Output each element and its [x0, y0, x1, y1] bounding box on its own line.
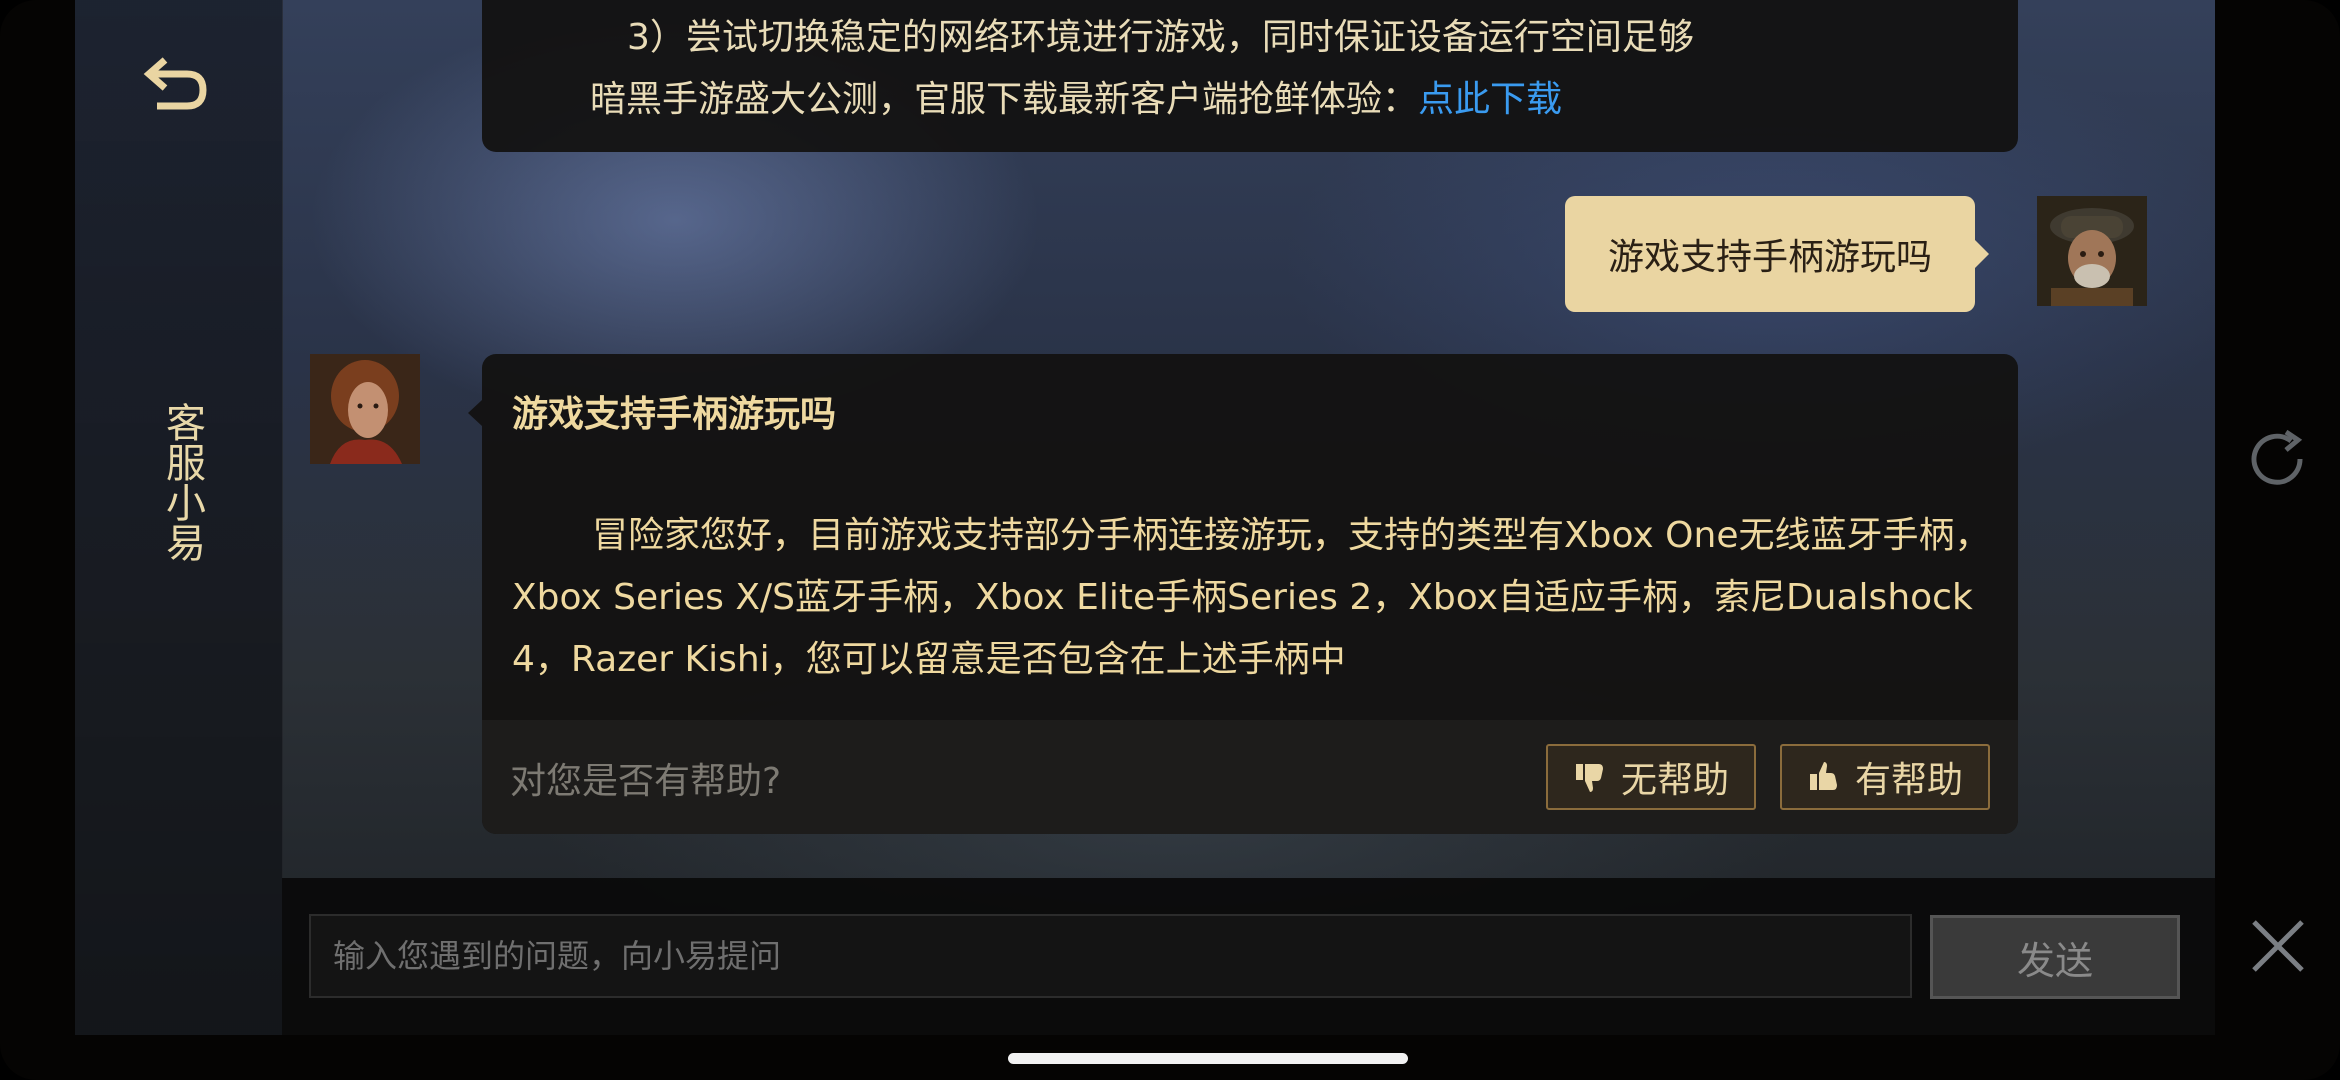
thumbs-up-icon: [1809, 762, 1837, 790]
user-message-text: 游戏支持手柄游玩吗: [1607, 237, 1932, 278]
send-button[interactable]: 发送: [1930, 915, 2180, 999]
previous-message-download-line: 暗黑手游盛大公测，官服下载最新客户端抢鲜体验：点此下载: [590, 70, 1562, 122]
bot-message-answer: 冒险家您好，目前游戏支持部分手柄连接游玩，支持的类型有Xbox One无线蓝牙手…: [512, 515, 1991, 680]
download-link[interactable]: 点此下载: [1418, 79, 1562, 120]
helpful-label: 有帮助: [1854, 760, 1963, 801]
bot-bubble-tail: [468, 400, 482, 426]
feedback-question: 对您是否有帮助?: [510, 761, 782, 802]
close-icon: [2252, 920, 2304, 972]
user-avatar: [2037, 196, 2147, 306]
helpful-button[interactable]: 有帮助: [1780, 744, 1990, 810]
bot-message-title: 游戏支持手柄游玩吗: [512, 394, 837, 435]
home-indicator[interactable]: [1008, 1053, 1408, 1064]
user-message-bubble: 游戏支持手柄游玩吗: [1565, 196, 1989, 312]
close-button[interactable]: [2246, 914, 2310, 978]
unhelpful-label: 无帮助: [1620, 760, 1729, 801]
download-promo-text: 暗黑手游盛大公测，官服下载最新客户端抢鲜体验：: [590, 79, 1419, 120]
return-arrow-icon: [143, 57, 207, 110]
app-screen: 客服小易 3）尝试切换稳定的网络环境进行游戏，同时保证设备运行空间足够 暗黑手游…: [0, 0, 2340, 1080]
unhelpful-button[interactable]: 无帮助: [1546, 744, 1756, 810]
refresh-icon: [2251, 429, 2303, 485]
question-input[interactable]: [309, 914, 1912, 998]
previous-message-line: 3）尝试切换稳定的网络环境进行游戏，同时保证设备运行空间足够: [627, 17, 1694, 58]
thumbs-down-icon: [1575, 764, 1603, 792]
customer-service-avatar: [310, 354, 420, 464]
refresh-button[interactable]: [2242, 424, 2312, 494]
sidebar-title: 客服小易: [159, 402, 205, 562]
back-button[interactable]: [140, 52, 212, 114]
